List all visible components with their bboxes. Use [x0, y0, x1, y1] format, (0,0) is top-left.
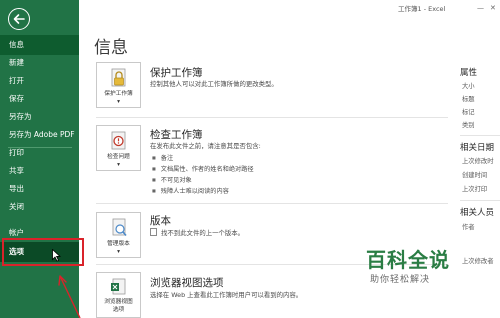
- inspect-workbook-title: 检查工作簿: [150, 129, 203, 141]
- section-divider: [96, 203, 448, 204]
- sidebar-item-new[interactable]: 新建: [0, 53, 79, 73]
- protect-workbook-desc: 控制其他人可以对此工作簿所做的更改类型。: [150, 80, 278, 88]
- protect-workbook-button[interactable]: 保护工作簿 ▾: [96, 62, 141, 108]
- property-label: 类别: [462, 122, 475, 129]
- options-highlight-box: [2, 238, 84, 266]
- browser-view-options-button[interactable]: 浏览器视图 选项: [96, 272, 141, 318]
- browser-view-options-desc: 选择在 Web 上查看此工作簿时用户可以看到的内容。: [150, 291, 303, 299]
- sidebar-item-save-as[interactable]: 另存为: [0, 107, 79, 127]
- people-label: 作者: [462, 224, 475, 231]
- sidebar-item-share[interactable]: 共享: [0, 161, 79, 181]
- manage-versions-button-label: 管理版本: [107, 241, 130, 247]
- sidebar-item-export[interactable]: 导出: [0, 179, 79, 199]
- inspect-bullet: 备注: [152, 153, 173, 162]
- manage-versions-icon: [112, 218, 127, 237]
- check-for-issues-button[interactable]: 检查问题 ▾: [96, 125, 141, 171]
- properties-heading[interactable]: 属性: [460, 66, 477, 78]
- back-arrow-icon[interactable]: [8, 8, 30, 30]
- manage-versions-button[interactable]: 管理版本 ▾: [96, 212, 141, 258]
- sidebar-item-save[interactable]: 保存: [0, 89, 79, 109]
- browser-view-options-button-label: 浏览器视图: [104, 299, 133, 305]
- browser-view-options-button-label: 选项: [112, 307, 125, 313]
- date-label: 创建时间: [462, 172, 488, 179]
- inspect-document-icon: [111, 131, 126, 150]
- watermark-logo: 百科全说: [366, 248, 450, 272]
- related-people-heading: 相关人员: [460, 208, 495, 218]
- properties-divider: [460, 135, 500, 136]
- lock-icon: [111, 68, 126, 87]
- mouse-cursor-icon: [52, 249, 61, 262]
- versions-title: 版本: [150, 215, 171, 227]
- people-label: 上次修改者: [462, 258, 494, 265]
- sidebar-item-open[interactable]: 打开: [0, 71, 79, 91]
- property-label: 标记: [462, 109, 475, 116]
- sidebar-item-save-as-pdf[interactable]: 另存为 Adobe PDF: [0, 125, 79, 145]
- excel-browser-icon: [111, 278, 126, 295]
- inspect-bullet: 不可见对象: [152, 175, 192, 184]
- document-icon: [150, 228, 157, 236]
- date-label: 上次打印: [462, 186, 488, 193]
- protect-workbook-title: 保护工作簿: [150, 67, 203, 79]
- section-divider: [96, 117, 448, 118]
- inspect-workbook-desc: 在发布此文件之前，请注意其是否包含:: [150, 142, 261, 150]
- property-label: 标题: [462, 96, 475, 103]
- watermark-tagline: 助你轻松解决: [370, 275, 431, 285]
- properties-divider: [460, 200, 500, 201]
- sidebar-item-print[interactable]: 打印: [0, 143, 79, 163]
- versions-desc: 找不到此文件的上一个版本。: [161, 229, 245, 237]
- close-icon[interactable]: ✕: [490, 4, 496, 12]
- inspect-bullet: 残障人士难以阅读的内容: [152, 186, 229, 195]
- sidebar-item-info[interactable]: 信息: [0, 35, 79, 55]
- check-for-issues-button-label: 检查问题: [107, 154, 130, 160]
- sidebar-item-close[interactable]: 关闭: [0, 197, 79, 217]
- page-title: 信息: [94, 38, 128, 58]
- dropdown-caret-icon: ▾: [117, 162, 120, 168]
- window-title: 工作簿1 - Excel: [398, 5, 446, 13]
- date-label: 上次修改时: [462, 158, 494, 165]
- protect-workbook-button-label: 保护工作簿: [104, 91, 133, 97]
- property-label: 大小: [462, 83, 475, 90]
- inspect-bullet: 文档属性、作者的姓名和绝对路径: [152, 164, 254, 173]
- dropdown-caret-icon: ▾: [117, 249, 120, 255]
- browser-view-options-title: 浏览器视图选项: [150, 277, 224, 289]
- minimize-icon[interactable]: —: [477, 4, 484, 12]
- related-dates-heading: 相关日期: [460, 143, 495, 153]
- annotation-arrow-icon: [58, 275, 81, 318]
- dropdown-caret-icon: ▾: [117, 99, 120, 105]
